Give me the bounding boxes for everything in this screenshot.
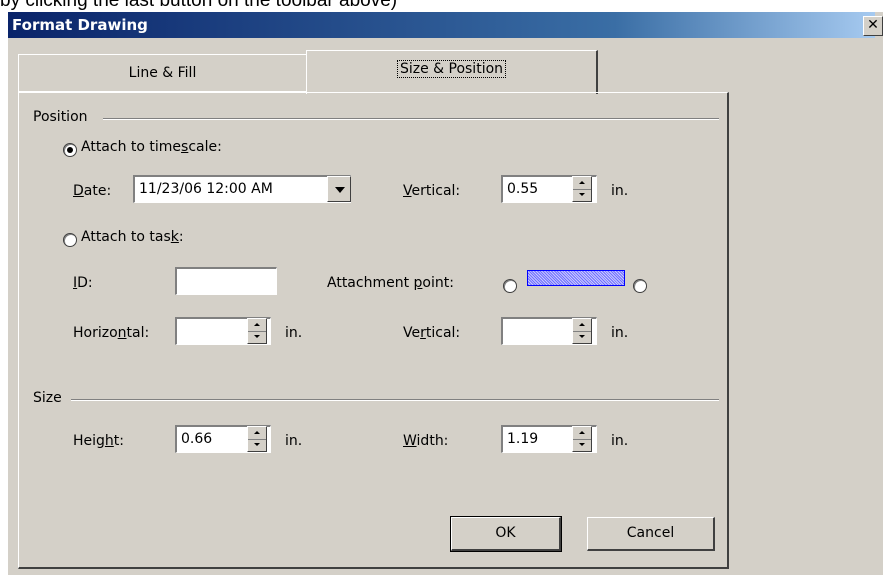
size-group-line [71,399,719,401]
attachment-point-left-radio[interactable] [503,279,517,293]
vertical-task-label: Vertical: [403,325,461,341]
position-group-line [103,118,719,120]
arrow-up-icon [254,323,260,326]
attachment-point-label: Attachment point: [327,275,454,291]
attach-timescale-radio[interactable] [63,143,77,157]
arrow-down-icon [579,443,585,446]
title-bar[interactable]: Format Drawing ✕ [8,12,883,38]
vertical-task-spinner[interactable] [572,318,592,344]
vertical-task-unit: in. [611,325,629,341]
spin-down-button[interactable] [248,439,266,451]
attach-timescale-label[interactable]: Attach to timescale: [81,139,222,155]
close-button[interactable]: ✕ [863,16,883,36]
arrow-up-icon [579,181,585,184]
horizontal-label: Horizontal: [73,325,150,341]
vertical-top-spinner[interactable] [572,176,592,202]
arrow-down-icon [254,443,260,446]
attach-task-label[interactable]: Attach to task: [81,229,184,245]
height-spinner[interactable] [247,426,267,452]
id-label: ID: [73,275,93,291]
size-group-title: Size [33,390,62,406]
horizontal-spinner[interactable] [247,318,267,344]
width-unit: in. [611,433,629,449]
date-field[interactable]: 11/23/06 12:00 AM [133,175,351,203]
spin-down-button[interactable] [573,439,591,451]
spin-down-button[interactable] [248,331,266,343]
height-label: Height: [73,433,125,449]
format-drawing-dialog: Format Drawing ✕ Line & Fill Size & Posi… [8,12,883,575]
horizontal-unit: in. [285,325,303,341]
width-spinner[interactable] [572,426,592,452]
vertical-top-label: Vertical: [403,183,461,199]
arrow-up-icon [254,431,260,434]
chevron-down-icon [335,187,345,193]
attachment-point-right-radio[interactable] [633,279,647,293]
vertical-top-unit: in. [611,183,629,199]
arrow-down-icon [254,335,260,338]
width-label: Width: [403,433,449,449]
position-group-title: Position [33,109,88,125]
tab-size-and-position[interactable]: Size & Position [306,50,598,94]
arrow-down-icon [579,193,585,196]
cancel-button[interactable]: Cancel [587,517,715,551]
size-position-panel: Position Attach to timescale: Date: 11/2… [18,92,729,569]
arrow-up-icon [579,431,585,434]
background-caption: by clicking the last button on the toolb… [0,0,398,11]
attachment-pattern-swatch [527,270,625,286]
arrow-up-icon [579,323,585,326]
spin-down-button[interactable] [573,189,591,201]
attach-task-radio[interactable] [63,233,77,247]
spin-down-button[interactable] [573,331,591,343]
tab-line-and-fill[interactable]: Line & Fill [18,54,308,92]
close-icon: ✕ [867,17,879,33]
dialog-title: Format Drawing [12,16,148,34]
height-unit: in. [285,433,303,449]
id-field[interactable] [175,267,277,295]
tab-label: Size & Position [396,60,507,78]
radio-selected-dot [67,147,73,153]
ok-button[interactable]: OK [450,516,562,552]
tab-label: Line & Fill [128,65,197,81]
arrow-down-icon [579,335,585,338]
date-label: Date: [73,183,112,199]
date-dropdown-button[interactable] [327,176,351,202]
